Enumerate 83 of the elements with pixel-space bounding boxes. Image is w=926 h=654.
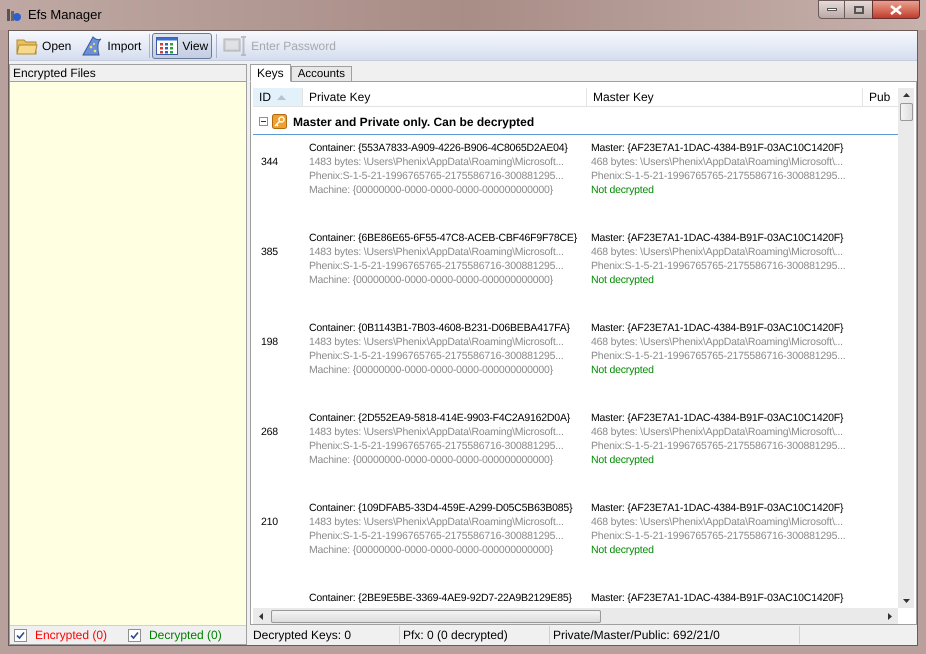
- master-text: Master: {AF23E7A1-1DAC-4384-B91F-03AC10C1420F}: [591, 231, 844, 245]
- container-text: Container: {2D552EA9-5818-414E-9903-F4C2A9162D0A}: [309, 411, 572, 425]
- toolbar-button[interactable]: View: [152, 32, 212, 58]
- master-key-detail: Phenix:S-1-5-21-1996765765-2175586716-300881295...: [591, 529, 846, 543]
- scroll-right-icon[interactable]: [888, 612, 892, 620]
- container-text: Container: {0B1143B1-7B03-4608-B231-D06BEBA417FA}: [309, 321, 571, 335]
- scroll-up-icon[interactable]: [902, 93, 910, 97]
- status-text: Not decrypted: [591, 453, 655, 467]
- master-key-detail: Phenix:S-1-5-21-1996765765-2175586716-300881295...: [591, 259, 846, 273]
- status-text: Not decrypted: [591, 183, 655, 197]
- window-title: Efs Manager: [28, 6, 102, 24]
- close-icon: [890, 4, 902, 14]
- panel-header: Encrypted Files: [10, 65, 246, 82]
- status-text: Not decrypted: [591, 363, 655, 377]
- status-text: Pfx: 0 (0 decrypted): [400, 626, 550, 644]
- grid-icon: [156, 36, 178, 54]
- container-text: Container: {553A7833-A909-4226-B906-4C8065D2AE04}: [309, 141, 569, 155]
- tab[interactable]: Keys: [250, 64, 291, 82]
- id-cell: 210: [261, 515, 278, 529]
- toolbar-button[interactable]: Open: [12, 32, 76, 58]
- monitor-icon: [223, 36, 248, 56]
- master-text: Master: {AF23E7A1-1DAC-4384-B91F-03AC10C1420F}: [591, 591, 844, 605]
- private-key-detail: Phenix:S-1-5-21-1996765765-2175586716-300881295...: [309, 169, 564, 183]
- master-key-detail: 468 bytes: \Users\Phenix\AppData\Roaming\Microsoft\...: [591, 335, 844, 349]
- master-key-detail: Phenix:S-1-5-21-1996765765-2175586716-300881295...: [591, 169, 846, 183]
- private-key-detail: Phenix:S-1-5-21-1996765765-2175586716-300881295...: [309, 439, 564, 453]
- tab[interactable]: Accounts: [290, 66, 352, 82]
- master-key-detail: Phenix:S-1-5-21-1996765765-2175586716-300881295...: [591, 349, 846, 363]
- private-key-detail: Machine: {00000000-0000-0000-0000-000000000000}: [309, 183, 554, 197]
- group-label: Master and Private only. Can be decrypted: [293, 114, 534, 130]
- private-key-detail: Phenix:S-1-5-21-1996765765-2175586716-300881295...: [309, 259, 564, 273]
- minimize-button[interactable]: [818, 0, 845, 19]
- master-text: Master: {AF23E7A1-1DAC-4384-B91F-03AC10C1420F}: [591, 411, 844, 425]
- container-text: Container: {109DFAB5-33D4-459E-A299-D05C5B63B085}: [309, 501, 574, 515]
- checkbox[interactable]: [14, 628, 27, 642]
- maximize-button[interactable]: [845, 0, 872, 19]
- filter-label: Encrypted (0): [35, 627, 108, 644]
- master-key-detail: 468 bytes: \Users\Phenix\AppData\Roaming\Microsoft\...: [591, 245, 844, 259]
- private-key-detail: 1483 bytes: \Users\Phenix\AppData\Roaming\Microsoft...: [309, 335, 565, 349]
- private-key-detail: Machine: {00000000-0000-0000-0000-000000000000}: [309, 453, 554, 467]
- scroll-down-icon[interactable]: [902, 599, 910, 603]
- master-key-detail: 468 bytes: \Users\Phenix\AppData\Roaming\Microsoft\...: [591, 425, 844, 439]
- minus-icon: [261, 119, 266, 124]
- master-key-detail: Phenix:S-1-5-21-1996765765-2175586716-300881295...: [591, 439, 846, 453]
- id-cell: 344: [261, 155, 278, 169]
- vertical-scrollbar[interactable]: [898, 88, 914, 608]
- private-key-detail: Machine: {00000000-0000-0000-0000-000000000000}: [309, 543, 554, 557]
- private-key-detail: Machine: {00000000-0000-0000-0000-000000000000}: [309, 363, 554, 377]
- close-button[interactable]: [872, 0, 920, 19]
- private-key-detail: Machine: {00000000-0000-0000-0000-000000000000}: [309, 273, 554, 287]
- private-key-detail: 1483 bytes: \Users\Phenix\AppData\Roaming\Microsoft...: [309, 425, 565, 439]
- horizontal-scrollbar[interactable]: [253, 608, 898, 624]
- app-icon: [6, 7, 22, 23]
- id-cell: 198: [261, 335, 278, 349]
- sort-arrow-icon: [277, 94, 286, 100]
- scroll-thumb[interactable]: [271, 610, 601, 622]
- private-key-detail: Phenix:S-1-5-21-1996765765-2175586716-300881295...: [309, 529, 564, 543]
- private-key-detail: 1483 bytes: \Users\Phenix\AppData\Roaming\Microsoft...: [309, 155, 565, 169]
- id-cell: 268: [261, 425, 278, 439]
- master-key-detail: 468 bytes: \Users\Phenix\AppData\Roaming\Microsoft\...: [591, 155, 844, 169]
- scroll-thumb[interactable]: [900, 103, 912, 121]
- column-header[interactable]: ID: [253, 88, 303, 106]
- private-key-detail: Phenix:S-1-5-21-1996765765-2175586716-300881295...: [309, 349, 564, 363]
- filter-label: Decrypted (0): [149, 627, 222, 644]
- status-text: Not decrypted: [591, 543, 655, 557]
- wizard-hat-icon: [81, 34, 104, 56]
- master-text: Master: {AF23E7A1-1DAC-4384-B91F-03AC10C1420F}: [591, 321, 844, 335]
- container-text: Container: {6BE86E65-6F55-47C8-ACEB-CBF46F9F78CE}: [309, 231, 578, 245]
- status-text: Private/Master/Public: 692/21/0: [550, 626, 800, 644]
- private-key-detail: 1483 bytes: \Users\Phenix\AppData\Roaming\Microsoft...: [309, 515, 565, 529]
- private-key-detail: 1483 bytes: \Users\Phenix\AppData\Roaming\Microsoft...: [309, 245, 565, 259]
- id-cell: 385: [261, 245, 278, 259]
- status-text: Decrypted Keys: 0: [250, 626, 400, 644]
- checkbox[interactable]: [128, 628, 141, 642]
- scroll-left-icon[interactable]: [259, 612, 263, 620]
- collapse-button[interactable]: [259, 117, 268, 126]
- container-text: Container: {2BE9E5BE-3369-4AE9-92D7-22A9B2129E85}: [309, 591, 573, 605]
- master-text: Master: {AF23E7A1-1DAC-4384-B91F-03AC10C1420F}: [591, 501, 844, 515]
- toolbar-button[interactable]: Import: [77, 32, 146, 58]
- status-text: Not decrypted: [591, 273, 655, 287]
- master-key-detail: 468 bytes: \Users\Phenix\AppData\Roaming\Microsoft\...: [591, 515, 844, 529]
- master-text: Master: {AF23E7A1-1DAC-4384-B91F-03AC10C1420F}: [591, 141, 844, 155]
- key-icon: [272, 114, 287, 129]
